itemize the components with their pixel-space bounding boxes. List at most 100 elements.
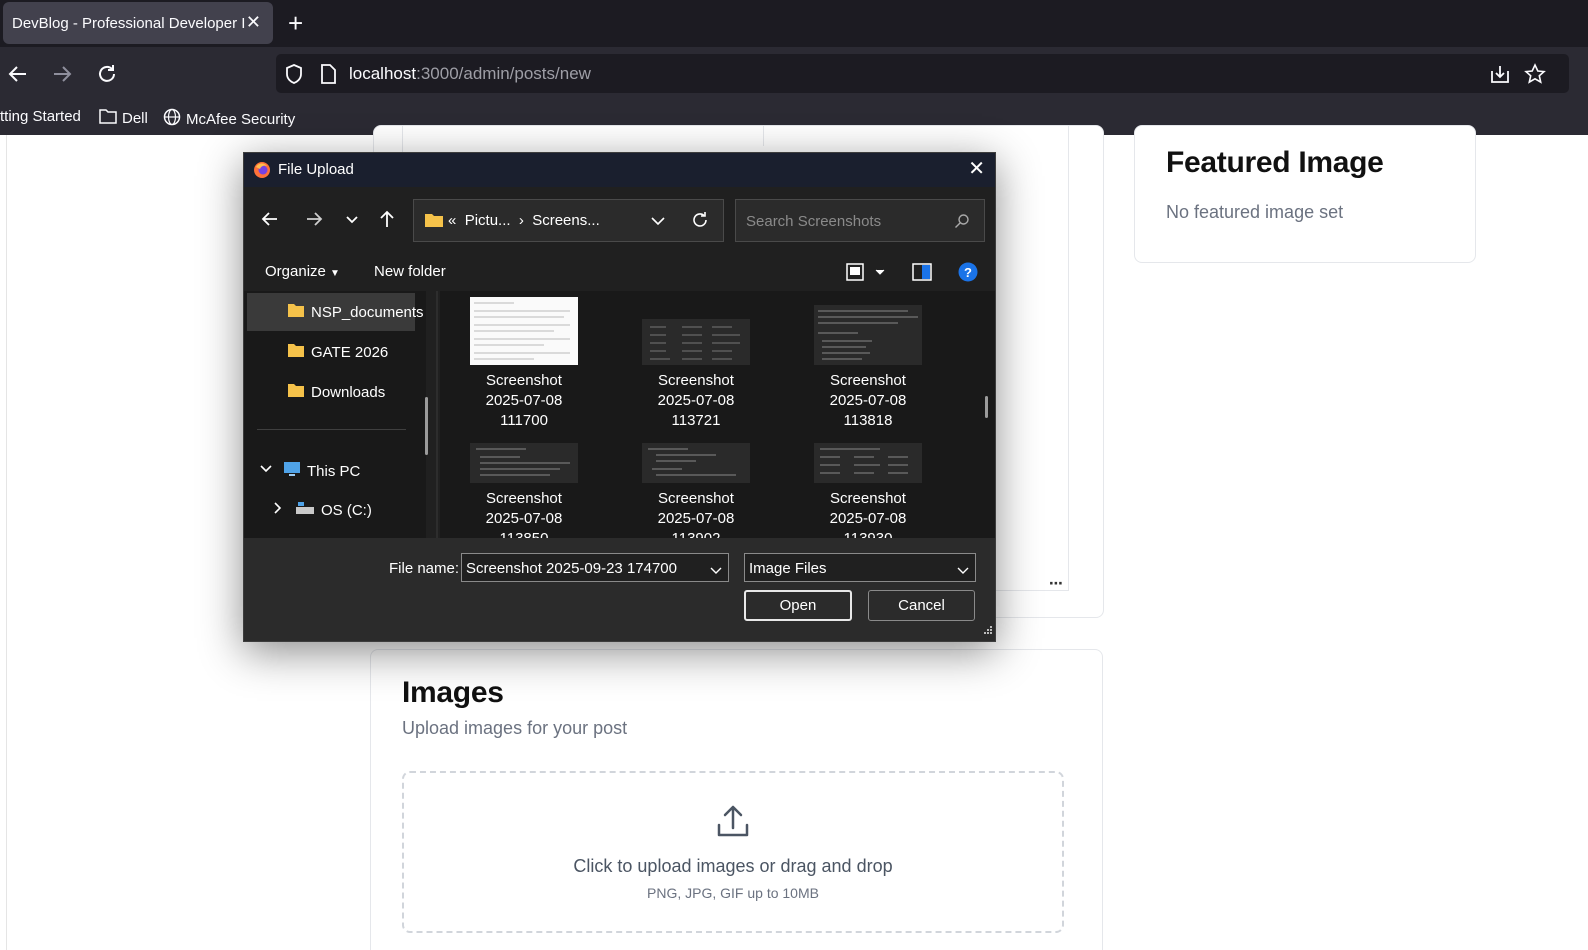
search-icon bbox=[954, 213, 970, 234]
sidebar-item-label: NSP_documents bbox=[311, 303, 424, 321]
image-dropzone[interactable]: Click to upload images or drag and drop … bbox=[402, 771, 1064, 933]
featured-image-title: Featured Image bbox=[1166, 146, 1384, 179]
forward-icon[interactable] bbox=[47, 59, 77, 89]
sidebar-item-downloads[interactable]: Downloads bbox=[247, 373, 415, 411]
help-icon[interactable]: ? bbox=[958, 262, 978, 286]
sidebar-item-nsp-documents[interactable]: NSP_documents bbox=[247, 293, 424, 331]
file-type-select[interactable]: Image Files bbox=[744, 553, 976, 582]
file-name: 2025-07-08 bbox=[829, 510, 907, 527]
folder-icon bbox=[287, 302, 305, 322]
back-icon[interactable] bbox=[260, 209, 280, 234]
images-title: Images bbox=[402, 676, 504, 709]
reload-icon[interactable] bbox=[92, 59, 122, 89]
open-button[interactable]: Open bbox=[744, 590, 852, 621]
file-item[interactable]: Screenshot 2025-07-08 113818 bbox=[788, 297, 948, 431]
back-icon[interactable] bbox=[3, 59, 33, 89]
breadcrumb-path: « Pictu... › Screens... bbox=[448, 212, 600, 229]
file-name-value: Screenshot 2025-09-23 174700 bbox=[466, 560, 677, 577]
pane-divider[interactable] bbox=[436, 291, 438, 538]
file-upload-dialog: File Upload ✕ « Pictu... › Screens... Se… bbox=[243, 152, 996, 642]
navigation-pane: NSP_documents GATE 2026 Downloads This P… bbox=[244, 291, 438, 538]
navigation-bar: localhost:3000/admin/posts/new bbox=[0, 47, 1588, 100]
close-tab-icon[interactable]: ✕ bbox=[246, 13, 261, 31]
bookmark-label: tting Started bbox=[0, 108, 81, 125]
images-subtitle: Upload images for your post bbox=[402, 718, 628, 738]
address-bar[interactable]: localhost:3000/admin/posts/new bbox=[276, 54, 1569, 93]
close-icon[interactable]: ✕ bbox=[968, 159, 985, 179]
folder-icon bbox=[287, 382, 305, 402]
cancel-button[interactable]: Cancel bbox=[868, 590, 975, 621]
shield-icon[interactable] bbox=[284, 63, 304, 90]
file-item[interactable]: Screenshot 2025-07-08 113930 bbox=[788, 443, 948, 538]
download-icon[interactable] bbox=[1489, 63, 1511, 90]
sidebar-item-label: This PC bbox=[307, 462, 361, 480]
file-item[interactable]: Screenshot 2025-07-08 113850 bbox=[444, 443, 604, 538]
file-name: Screenshot bbox=[486, 490, 562, 507]
browser-tab[interactable]: DevBlog - Professional Developer Insight… bbox=[3, 2, 273, 44]
dropzone-hint: PNG, JPG, GIF up to 10MB bbox=[647, 885, 819, 901]
search-input[interactable]: Search Screenshots bbox=[735, 199, 985, 242]
file-list-scrollbar[interactable] bbox=[985, 396, 988, 418]
dialog-title: File Upload bbox=[278, 161, 354, 178]
new-folder-button[interactable]: New folder bbox=[374, 263, 446, 280]
dialog-navigation: « Pictu... › Screens... Search Screensho… bbox=[244, 187, 995, 253]
bookmark-getting-started[interactable]: tting Started bbox=[0, 108, 81, 125]
chevron-down-icon[interactable] bbox=[710, 563, 722, 580]
images-card: Images Upload images for your post Click… bbox=[370, 649, 1103, 950]
file-name: 2025-07-08 bbox=[485, 510, 563, 527]
file-name: 111700 bbox=[500, 412, 548, 429]
folder-icon bbox=[287, 342, 305, 362]
file-item[interactable]: Screenshot 2025-07-08 113721 bbox=[616, 297, 776, 431]
file-item[interactable]: Screenshot 2025-07-08 113902 bbox=[616, 443, 776, 538]
bookmark-label: McAfee Security bbox=[186, 110, 296, 128]
page-divider bbox=[6, 135, 7, 950]
file-list: Screenshot 2025-07-08 111700 Screenshot … bbox=[440, 291, 995, 538]
folder-icon bbox=[424, 211, 444, 234]
organize-menu[interactable]: Organize ▼ bbox=[265, 263, 340, 280]
file-item[interactable]: Screenshot 2025-07-08 111700 bbox=[444, 297, 604, 431]
file-name: 2025-07-08 bbox=[657, 510, 735, 527]
file-name: 113721 bbox=[671, 412, 721, 429]
bookmark-star-icon[interactable] bbox=[1524, 63, 1546, 90]
thumbnail-image bbox=[642, 443, 750, 483]
sidebar-item-this-pc[interactable]: This PC bbox=[247, 452, 415, 490]
globe-icon bbox=[163, 108, 181, 130]
refresh-icon[interactable] bbox=[690, 210, 710, 235]
resize-handle-icon[interactable]: ⋯ bbox=[1049, 575, 1063, 592]
folder-icon bbox=[99, 108, 117, 128]
computer-icon bbox=[283, 461, 301, 481]
chevron-right-icon[interactable] bbox=[271, 501, 285, 519]
sidebar-scrollbar[interactable] bbox=[425, 397, 428, 455]
thumbnail-image bbox=[470, 297, 578, 365]
featured-image-card: Featured Image No featured image set bbox=[1134, 125, 1476, 263]
forward-icon[interactable] bbox=[304, 209, 324, 234]
preview-pane-icon[interactable] bbox=[912, 262, 932, 286]
file-name: 2025-07-08 bbox=[829, 392, 907, 409]
bookmark-mcafee[interactable]: McAfee Security bbox=[163, 108, 295, 130]
up-folder-icon[interactable] bbox=[377, 209, 397, 234]
thumbnail-image bbox=[814, 305, 922, 365]
dialog-titlebar[interactable]: File Upload ✕ bbox=[244, 153, 995, 187]
sidebar-item-gate-2026[interactable]: GATE 2026 bbox=[247, 333, 415, 371]
breadcrumb[interactable]: « Pictu... › Screens... bbox=[413, 199, 724, 242]
view-options-icon[interactable] bbox=[846, 262, 890, 286]
page-icon[interactable] bbox=[319, 63, 337, 90]
sidebar-item-os-c[interactable]: OS (C:) bbox=[247, 491, 415, 529]
new-tab-icon[interactable]: + bbox=[288, 10, 303, 36]
thumbnail-image bbox=[470, 443, 578, 483]
drive-icon bbox=[295, 501, 315, 519]
file-name-label: File name: bbox=[389, 560, 460, 577]
file-name: Screenshot bbox=[830, 372, 906, 389]
file-name-field[interactable]: Screenshot 2025-09-23 174700 bbox=[461, 553, 729, 582]
file-name: 113902 bbox=[616, 529, 776, 538]
file-name: 113930 bbox=[788, 529, 948, 538]
resize-grip-icon[interactable] bbox=[983, 622, 993, 639]
bookmark-label: Dell bbox=[122, 109, 148, 127]
sidebar-item-label: OS (C:) bbox=[321, 501, 372, 519]
chevron-down-icon[interactable] bbox=[259, 462, 273, 480]
chevron-down-icon[interactable] bbox=[957, 563, 969, 580]
chevron-down-icon[interactable] bbox=[650, 212, 666, 235]
bookmark-dell[interactable]: Dell bbox=[99, 108, 148, 128]
svg-text:?: ? bbox=[964, 265, 972, 280]
recent-locations-icon[interactable] bbox=[344, 209, 360, 234]
